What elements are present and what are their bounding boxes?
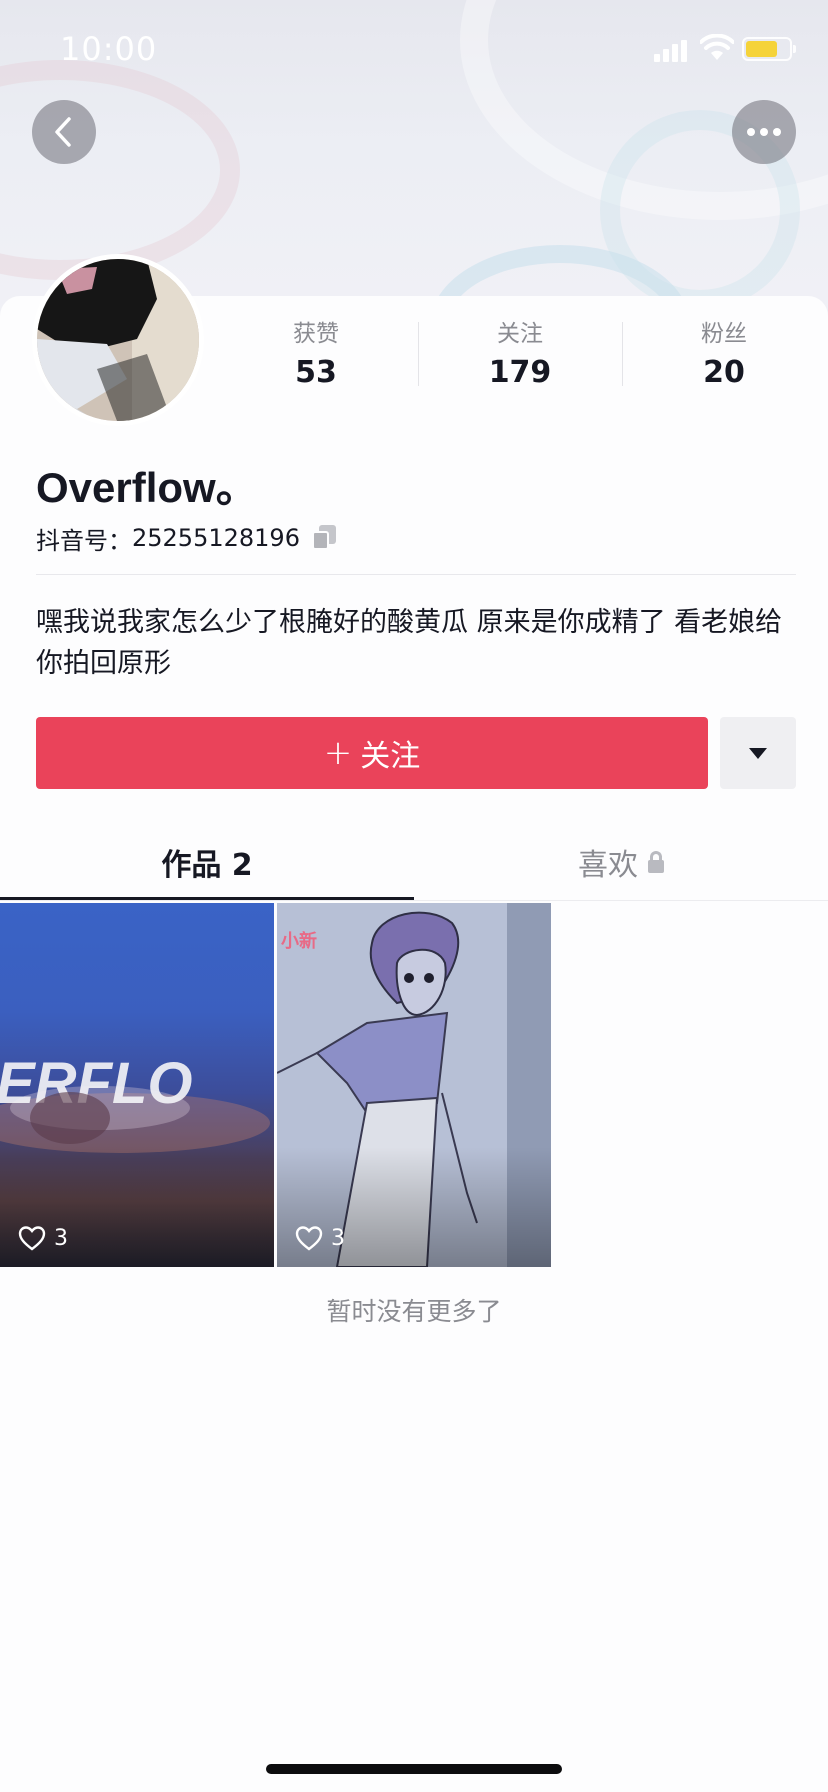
follow-button-label: 关注	[360, 739, 421, 774]
more-options-button[interactable]	[732, 100, 796, 164]
chevron-left-icon	[55, 117, 71, 147]
stat-likes-value: 53	[295, 355, 337, 390]
lock-icon	[648, 851, 664, 873]
wifi-icon	[699, 33, 735, 62]
video-like-count: 3	[295, 1225, 345, 1251]
tab-likes-label: 喜欢	[578, 848, 638, 883]
video-thumbnail[interactable]: 小新 3	[277, 903, 551, 1267]
stat-following[interactable]: 关注 179	[418, 318, 622, 396]
heart-icon	[295, 1226, 323, 1251]
battery-icon	[742, 37, 796, 61]
ellipsis-icon	[747, 128, 781, 136]
caret-down-icon	[749, 747, 767, 759]
tab-works[interactable]: 作品 2	[0, 830, 414, 894]
stat-likes[interactable]: 获赞 53	[214, 318, 418, 396]
avatar[interactable]	[32, 254, 204, 426]
heart-icon	[18, 1226, 46, 1251]
divider	[36, 574, 796, 575]
status-time: 10:00	[60, 30, 158, 68]
stat-followers-label: 粉丝	[701, 321, 747, 347]
tab-divider	[0, 900, 828, 901]
profile-nickname: Overflow。	[36, 464, 258, 511]
video-overlay-text: 小新	[281, 930, 317, 952]
follow-button[interactable]: + 关注	[36, 717, 708, 789]
plus-icon: +	[323, 733, 353, 773]
stat-following-value: 179	[488, 355, 552, 390]
recommend-dropdown-button[interactable]	[720, 717, 796, 789]
video-like-count-value: 3	[54, 1225, 68, 1251]
back-button[interactable]	[32, 100, 96, 164]
cellular-signal-icon	[654, 38, 688, 62]
profile-bio: 嘿我说我家怎么少了根腌好的酸黄瓜 原来是你成精了 看老娘给你拍回原形	[36, 607, 783, 679]
stat-followers-value: 20	[703, 355, 745, 390]
stat-followers[interactable]: 粉丝 20	[622, 318, 826, 396]
no-more-text: 暂时没有更多了	[326, 1297, 502, 1326]
tab-works-label: 作品 2	[161, 848, 253, 883]
video-like-count: 3	[18, 1225, 68, 1251]
douyin-id-row: 抖音号： 25255128196	[36, 522, 338, 555]
status-bar: 10:00	[0, 0, 828, 100]
stat-following-label: 关注	[497, 321, 543, 347]
tab-likes[interactable]: 喜欢	[414, 830, 828, 894]
douyin-id-value: 25255128196	[132, 524, 300, 552]
douyin-id-label: 抖音号：	[36, 526, 132, 555]
home-indicator[interactable]	[266, 1764, 562, 1774]
copy-icon[interactable]	[311, 525, 338, 551]
video-like-count-value: 3	[331, 1225, 345, 1251]
stat-likes-label: 获赞	[293, 321, 339, 347]
video-thumbnail[interactable]: ERFLO 3	[0, 903, 274, 1267]
